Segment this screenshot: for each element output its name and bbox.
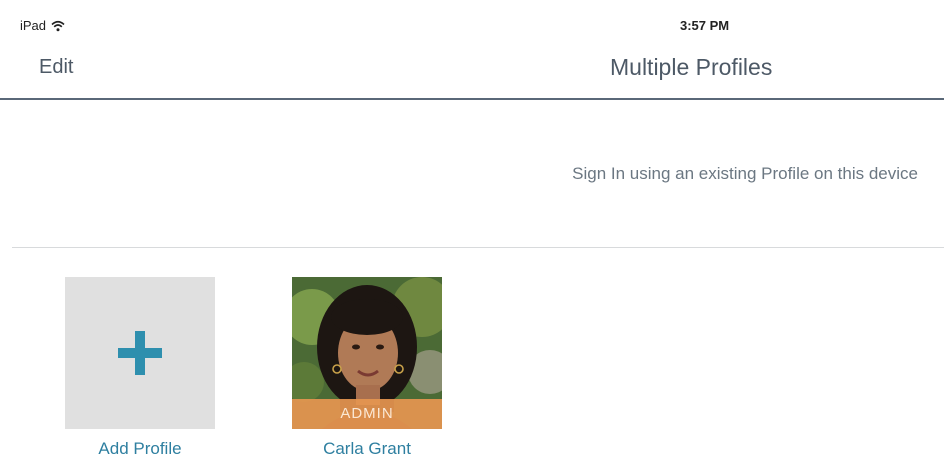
status-time: 3:57 PM [680,18,730,33]
profile-grid: Add Profile ADMIN Carla Grant [0,249,944,458]
info-section: Sign In using an existing Profile on thi… [12,102,944,248]
admin-badge: ADMIN [292,399,442,429]
sign-in-instructions: Sign In using an existing Profile on thi… [572,164,918,183]
status-bar: iPad 3:57 PM [0,0,944,40]
page-title: Multiple Profiles [610,54,773,80]
plus-icon [118,331,162,375]
profile-name[interactable]: Carla Grant [292,439,442,458]
add-profile-label[interactable]: Add Profile [65,439,215,458]
wifi-icon [51,20,65,31]
avatar[interactable]: ADMIN [292,277,442,429]
add-profile-button[interactable]: Add Profile [65,277,217,458]
edit-button[interactable]: Edit [39,56,73,79]
add-profile-tile[interactable] [65,277,215,429]
nav-bar: Edit Multiple Profiles [0,40,944,100]
profile-card-carla-grant[interactable]: ADMIN Carla Grant [292,277,444,458]
status-left: iPad [20,18,65,33]
device-label: iPad [20,18,47,33]
